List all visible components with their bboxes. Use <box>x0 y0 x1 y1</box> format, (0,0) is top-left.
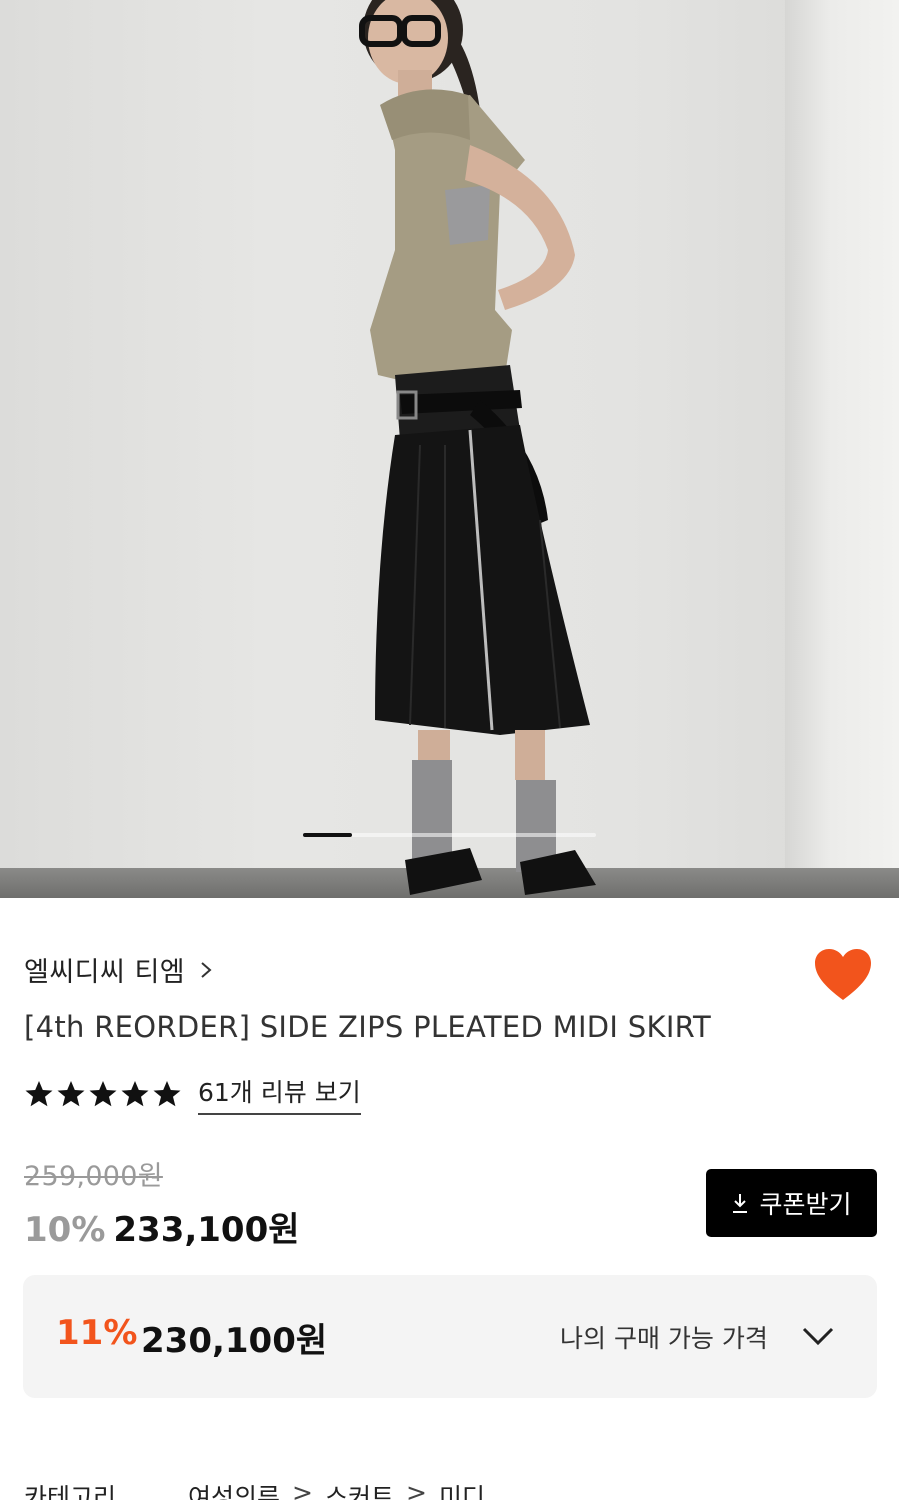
product-image[interactable] <box>0 0 899 898</box>
heart-icon[interactable] <box>814 948 872 1002</box>
gallery-pager-active <box>303 833 352 837</box>
my-discount-rate: 11% <box>56 1313 138 1353</box>
price-row: 10% 233,100원 <box>24 1202 300 1251</box>
my-price-dropdown[interactable]: 11% 230,100원 나의 구매 가능 가격 <box>23 1275 877 1398</box>
breadcrumb-label: 카테고리 <box>24 1483 117 1500</box>
chevron-right-icon: > <box>292 1478 313 1500</box>
discount-rate: 10% <box>24 1210 106 1250</box>
gallery-pager <box>303 833 596 837</box>
breadcrumb-item[interactable]: 스커트 <box>325 1478 394 1500</box>
my-price-label: 나의 구매 가능 가격 <box>560 1324 768 1353</box>
rating-stars <box>24 1079 182 1109</box>
star-icon <box>57 1081 85 1107</box>
coupon-button-label: 쿠폰받기 <box>759 1190 852 1219</box>
breadcrumb: 카테고리 여성의류 > 스커트 > 미디 <box>24 1478 485 1500</box>
breadcrumb-item[interactable]: 여성의류 <box>188 1478 280 1500</box>
brand-link[interactable]: 엘씨디씨 티엠 <box>24 950 217 989</box>
sale-price: 233,100원 <box>113 1210 300 1250</box>
chevron-down-icon <box>802 1327 834 1346</box>
brand-name: 엘씨디씨 티엠 <box>24 957 186 988</box>
download-icon <box>733 1194 748 1213</box>
chevron-right-icon: > <box>406 1478 427 1500</box>
review-link[interactable]: 61개 리뷰 보기 <box>198 1073 361 1115</box>
breadcrumb-item[interactable]: 미디 <box>439 1478 485 1500</box>
chevron-right-icon <box>201 961 212 978</box>
rating-row: 61개 리뷰 보기 <box>24 1073 361 1115</box>
product-title: [4th REORDER] SIDE ZIPS PLEATED MIDI SKI… <box>24 1010 712 1044</box>
star-icon <box>153 1081 181 1107</box>
model-illustration <box>359 0 596 895</box>
star-icon <box>89 1081 117 1107</box>
my-price: 230,100원 <box>141 1321 328 1361</box>
star-icon <box>121 1081 149 1107</box>
coupon-button[interactable]: 쿠폰받기 <box>706 1169 877 1237</box>
star-icon <box>25 1081 53 1107</box>
original-price: 259,000원 <box>24 1161 163 1192</box>
